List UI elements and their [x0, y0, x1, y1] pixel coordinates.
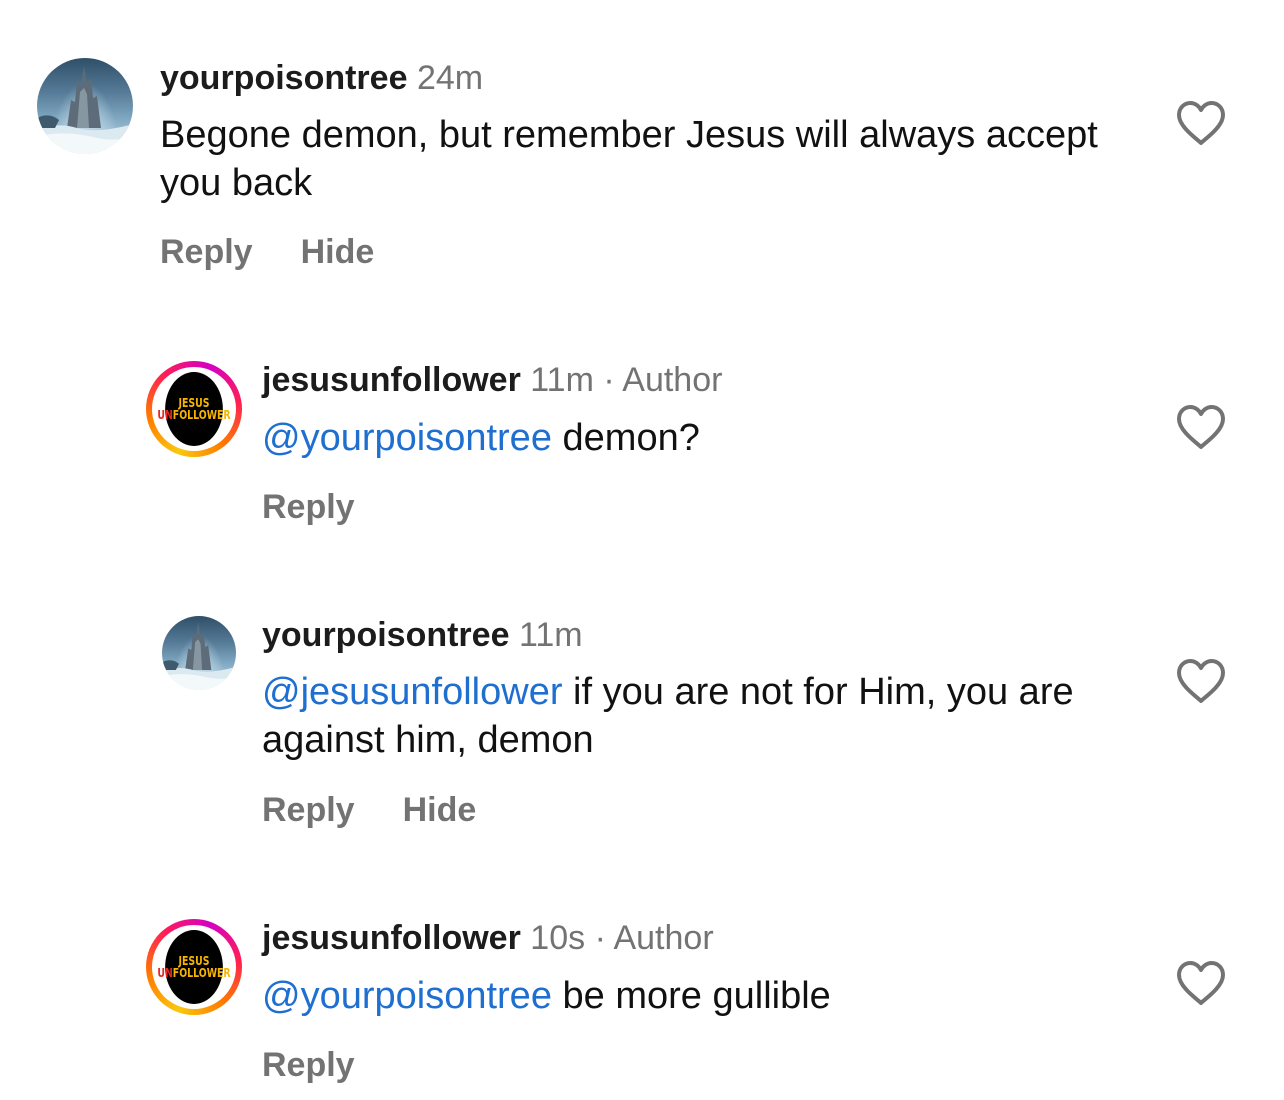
reply-button[interactable]: Reply [160, 233, 253, 272]
jesus-unfollower-logo-icon: JESUS UNFOLLOWER [157, 930, 231, 1004]
heart-icon[interactable] [1175, 403, 1227, 451]
avatar-yourpoisontree[interactable] [37, 58, 133, 154]
comment-actions: Reply Hide [262, 791, 524, 830]
heart-icon[interactable] [1175, 657, 1227, 705]
hide-button[interactable]: Hide [301, 233, 375, 272]
username[interactable]: jesusunfollower [262, 361, 521, 399]
separator-dot: · [594, 919, 606, 957]
avatar-yourpoisontree[interactable] [162, 616, 236, 690]
castle-photo-icon [37, 66, 133, 154]
comment-actions: Reply Hide [160, 233, 422, 272]
username[interactable]: jesusunfollower [262, 919, 521, 957]
comment-text: Begone demon, but remember Jesus will al… [160, 114, 1098, 204]
comment-header: jesusunfollower 10s · Author [262, 918, 714, 958]
timestamp: 11m [518, 616, 583, 654]
heart-icon[interactable] [1175, 959, 1227, 1007]
comment-header: jesusunfollower 11m · Author [262, 360, 722, 400]
comment-text: @yourpoisontree be more gullible [262, 975, 831, 1017]
mention-link[interactable]: @yourpoisontree [262, 417, 552, 459]
timestamp: 10s [530, 919, 586, 957]
castle-photo-icon [162, 622, 236, 690]
hide-button[interactable]: Hide [403, 791, 477, 830]
separator-dot: · [603, 361, 615, 399]
avatar-jesusunfollower[interactable]: JESUS UNFOLLOWER [146, 919, 242, 1015]
comment-header: yourpoisontree 11m [262, 615, 583, 655]
comment-actions: Reply [262, 1046, 403, 1085]
reply-button[interactable]: Reply [262, 488, 355, 527]
mention-link[interactable]: @yourpoisontree [262, 975, 552, 1017]
username[interactable]: yourpoisontree [262, 616, 509, 654]
avatar-jesusunfollower[interactable]: JESUS UNFOLLOWER [146, 361, 242, 457]
comment-text: @jesusunfollower if you are not for Him,… [262, 671, 1074, 761]
author-badge: Author [613, 919, 714, 957]
comment-actions: Reply [262, 488, 403, 527]
heart-icon[interactable] [1175, 99, 1227, 147]
timestamp: 11m [530, 361, 594, 399]
timestamp: 24m [416, 59, 484, 97]
comment-text: @yourpoisontree demon? [262, 417, 700, 459]
reply-button[interactable]: Reply [262, 791, 355, 830]
jesus-unfollower-logo-icon: JESUS UNFOLLOWER [157, 372, 231, 446]
comment-header: yourpoisontree 24m [160, 58, 483, 98]
username[interactable]: yourpoisontree [160, 59, 407, 97]
mention-link[interactable]: @jesusunfollower [262, 671, 563, 713]
author-badge: Author [622, 361, 723, 399]
reply-button[interactable]: Reply [262, 1046, 355, 1085]
